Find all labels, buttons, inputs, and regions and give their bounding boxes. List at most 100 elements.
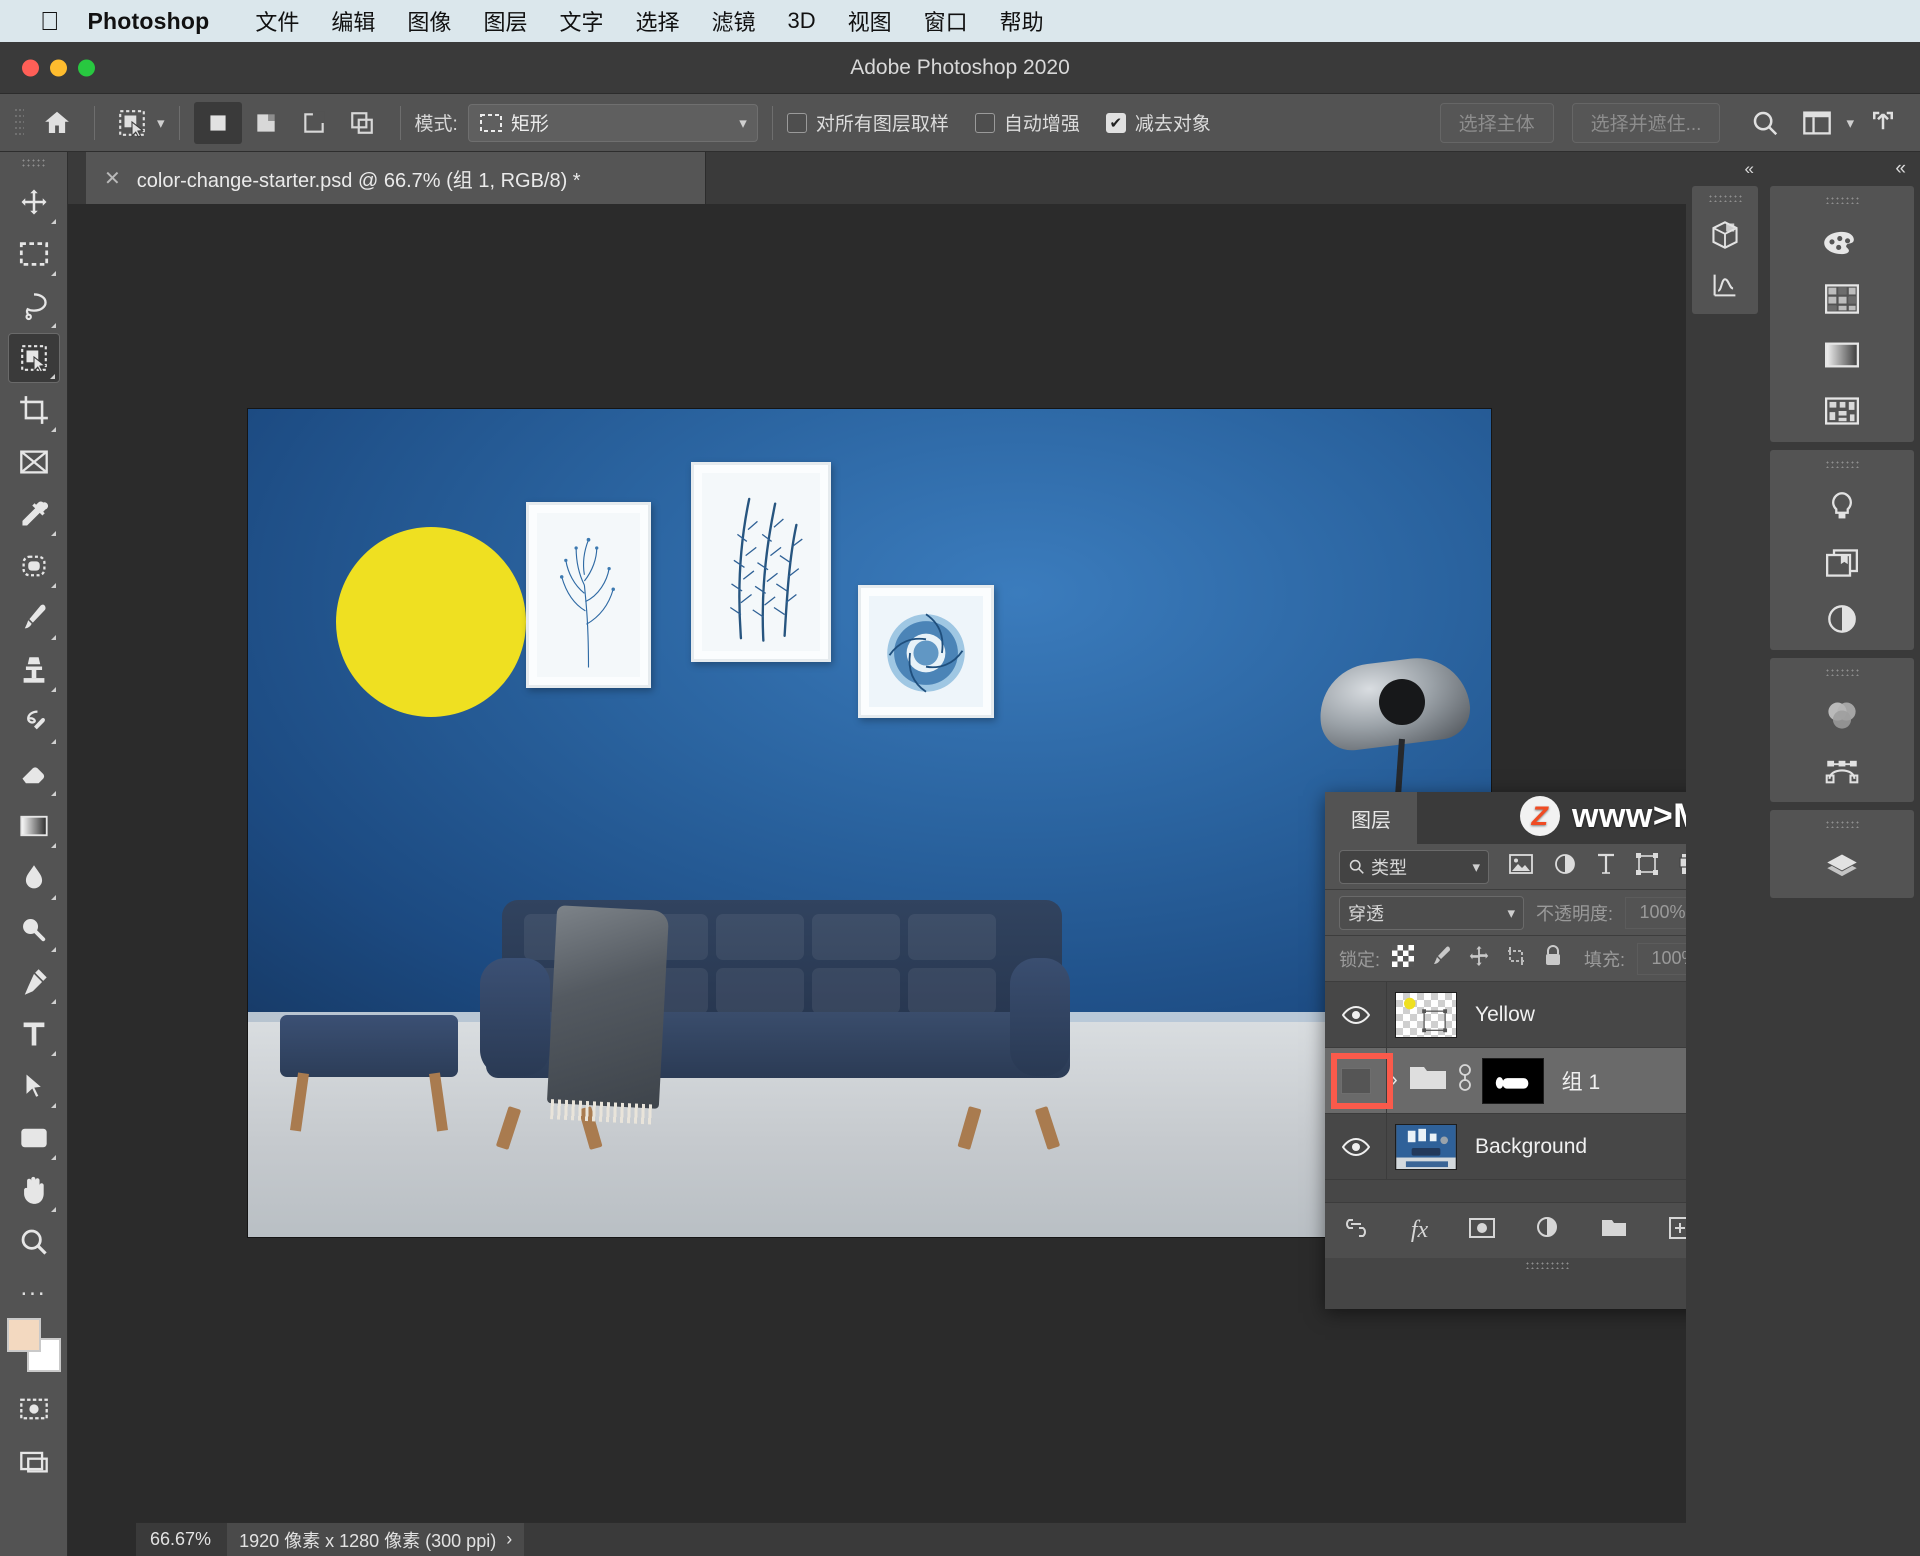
quick-selection-tool[interactable]	[7, 333, 60, 383]
share-icon[interactable]	[1860, 103, 1906, 143]
sample-all-layers-checkbox[interactable]: 对所有图层取样	[786, 109, 949, 136]
gradient-tool[interactable]	[8, 801, 60, 851]
link-layers-icon[interactable]	[1341, 1218, 1371, 1243]
screen-mode-button[interactable]	[8, 1436, 60, 1486]
chevron-down-icon[interactable]: ▾	[1472, 858, 1480, 876]
spot-healing-brush-tool[interactable]	[8, 541, 60, 591]
swatches-grid-icon[interactable]	[1819, 280, 1865, 318]
layer-thumbnail[interactable]	[1395, 991, 1457, 1038]
menu-item-image[interactable]: 图像	[391, 5, 467, 37]
marquee-tool[interactable]	[8, 229, 60, 279]
new-selection-button[interactable]	[193, 101, 242, 144]
menu-item-view[interactable]: 视图	[832, 5, 908, 37]
tools-panel-grip[interactable]	[20, 158, 47, 168]
lock-transparency-icon[interactable]	[1392, 945, 1415, 972]
tab-layers[interactable]: 图层	[1325, 792, 1417, 844]
checkbox-box[interactable]	[786, 112, 807, 133]
chevron-right-icon[interactable]: ›	[506, 1529, 512, 1550]
select-subject-button[interactable]: 选择主体	[1439, 102, 1554, 143]
paths-icon[interactable]	[1819, 752, 1865, 790]
menu-item-type[interactable]: 文字	[543, 5, 619, 37]
menu-app-name[interactable]: Photoshop	[88, 8, 210, 35]
blend-mode-select[interactable]: 穿透 ▾	[1339, 895, 1524, 930]
lasso-tool[interactable]	[8, 281, 60, 331]
gradients-icon[interactable]	[1819, 336, 1865, 374]
auto-enhance-checkbox[interactable]: 自动增强	[974, 109, 1080, 136]
workspace-icon[interactable]	[1794, 103, 1840, 143]
path-selection-tool[interactable]	[8, 1061, 60, 1111]
foreground-color-swatch[interactable]	[6, 1318, 41, 1352]
dock-group-grip[interactable]	[1825, 460, 1859, 468]
patterns-icon[interactable]	[1819, 392, 1865, 430]
layer-filter-select[interactable]: 类型 ▾	[1339, 849, 1489, 884]
maximize-window-button[interactable]	[78, 59, 95, 76]
dock-group-grip[interactable]	[1825, 668, 1859, 676]
close-tab-icon[interactable]: ✕	[104, 166, 121, 191]
home-icon[interactable]	[34, 103, 80, 143]
document-tab[interactable]: ✕ color-change-starter.psd @ 66.7% (组 1,…	[86, 152, 706, 204]
pen-tool[interactable]	[8, 957, 60, 1007]
3d-cube-icon[interactable]	[1702, 216, 1748, 254]
menu-item-file[interactable]: 文件	[239, 5, 315, 37]
hand-tool[interactable]	[8, 1165, 60, 1215]
eraser-tool[interactable]	[8, 749, 60, 799]
layers-stack-icon[interactable]	[1819, 848, 1865, 886]
adjustment-layer-icon[interactable]	[1536, 1216, 1560, 1245]
frame-tool[interactable]	[8, 437, 60, 487]
lock-artboard-icon[interactable]	[1506, 945, 1528, 972]
quick-selection-tool-icon[interactable]	[109, 103, 155, 143]
shape-filter-icon[interactable]	[1636, 853, 1658, 880]
menu-item-edit[interactable]: 编辑	[315, 5, 391, 37]
menu-item-filter[interactable]: 滤镜	[695, 5, 771, 37]
libraries-icon[interactable]	[1819, 544, 1865, 582]
subtract-from-selection-button[interactable]	[290, 102, 338, 144]
more-tools-button[interactable]: ...	[20, 1274, 46, 1302]
dodge-tool[interactable]	[8, 905, 60, 955]
chevron-down-icon[interactable]: ▾	[157, 114, 165, 132]
dock-group-grip[interactable]	[1708, 194, 1742, 202]
menu-item-help[interactable]: 帮助	[984, 5, 1060, 37]
channels-icon[interactable]	[1819, 696, 1865, 734]
selection-mode-group[interactable]	[193, 101, 386, 144]
zoom-level[interactable]: 66.67%	[150, 1529, 227, 1550]
chevron-down-icon[interactable]: ▾	[739, 114, 747, 132]
type-tool[interactable]	[8, 1009, 60, 1059]
search-icon[interactable]	[1742, 103, 1788, 143]
menu-item-layer[interactable]: 图层	[467, 5, 543, 37]
document-dimensions[interactable]: 1920 像素 x 1280 像素 (300 ppi) ›	[227, 1522, 525, 1556]
layer-thumbnail[interactable]	[1395, 1123, 1457, 1170]
add-to-selection-button[interactable]	[242, 102, 290, 144]
lock-position-icon[interactable]	[1468, 945, 1490, 972]
add-mask-icon[interactable]	[1468, 1217, 1496, 1244]
menu-item-select[interactable]: 选择	[619, 5, 695, 37]
eyedropper-tool[interactable]	[8, 489, 60, 539]
tool-preset-picker[interactable]: ▾	[109, 103, 165, 143]
checkbox-box[interactable]: ✔	[1105, 112, 1126, 133]
intersect-selection-button[interactable]	[338, 102, 386, 144]
color-palette-icon[interactable]	[1819, 224, 1865, 262]
history-brush-tool[interactable]	[8, 697, 60, 747]
lock-image-icon[interactable]	[1430, 945, 1452, 972]
adjustment-filter-icon[interactable]	[1554, 853, 1576, 880]
layer-name[interactable]: Yellow	[1475, 1003, 1535, 1027]
options-bar-grip[interactable]	[14, 106, 24, 139]
checkbox-box[interactable]	[974, 112, 995, 133]
canvas-viewport[interactable]: 现在禁用沙发组 图层 Z www>MacZ.com 类型	[68, 204, 1920, 1522]
collapse-panels-icon[interactable]: «	[1764, 152, 1920, 186]
layer-name[interactable]: 组 1	[1562, 1066, 1601, 1096]
rectangle-tool[interactable]	[8, 1113, 60, 1163]
mode-select[interactable]: 矩形 ▾	[467, 103, 758, 142]
layer-visibility-toggle[interactable]	[1325, 1114, 1387, 1179]
chevron-down-icon[interactable]: ▾	[1507, 904, 1515, 922]
menu-item-window[interactable]: 窗口	[908, 5, 984, 37]
zoom-tool[interactable]	[8, 1217, 60, 1267]
close-window-button[interactable]	[22, 59, 39, 76]
menu-item-3d[interactable]: 3D	[772, 8, 832, 34]
move-tool[interactable]	[8, 177, 60, 227]
pixel-filter-icon[interactable]	[1509, 854, 1533, 879]
dock-group-grip[interactable]	[1825, 196, 1859, 204]
blur-tool[interactable]	[8, 853, 60, 903]
layer-name[interactable]: Background	[1475, 1135, 1587, 1159]
dock-group-grip[interactable]	[1825, 820, 1859, 828]
color-swatches[interactable]	[6, 1318, 61, 1372]
